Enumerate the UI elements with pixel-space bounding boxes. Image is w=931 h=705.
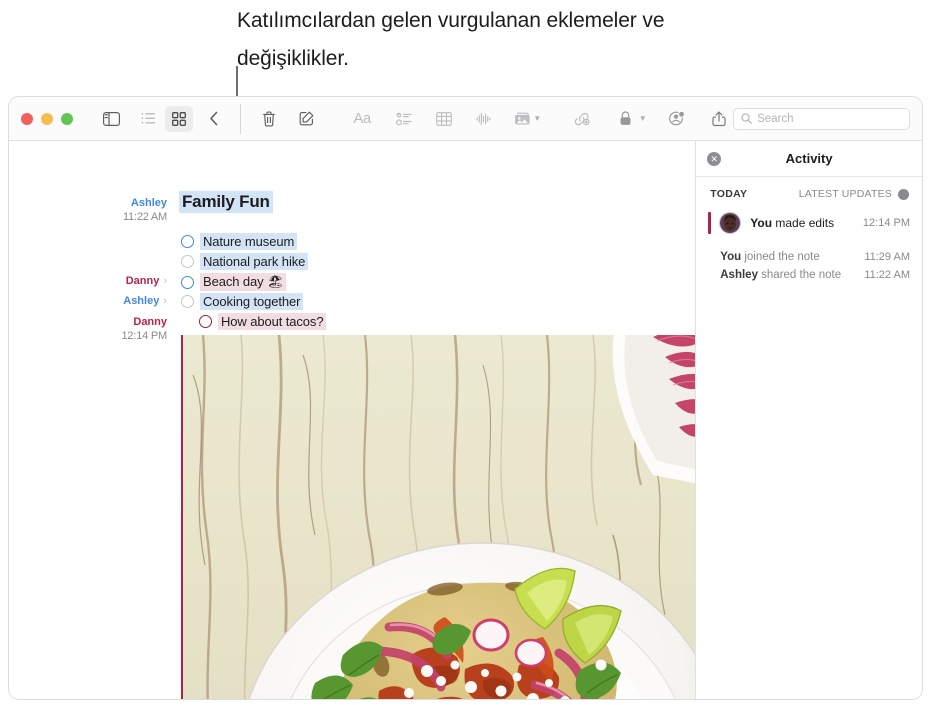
zoom-window-button[interactable] bbox=[61, 113, 73, 125]
callout-text: Katılımcılardan gelen vurgulanan eklemel… bbox=[237, 2, 707, 78]
activity-sidebar: ✕ Activity TODAY LATEST UPDATES bbox=[695, 141, 922, 700]
activity-title: Activity bbox=[696, 151, 922, 166]
format-icon[interactable]: Aa bbox=[346, 106, 378, 132]
link-icon[interactable] bbox=[568, 106, 596, 132]
checklist-item-label: National park hike bbox=[200, 253, 308, 270]
checkbox-circle-icon[interactable] bbox=[181, 295, 194, 308]
sidebar-toggle-icon[interactable] bbox=[97, 106, 125, 132]
avatar-photo bbox=[720, 213, 740, 233]
checkbox-circle-icon[interactable] bbox=[181, 276, 194, 289]
activity-event-text: Ashley shared the note bbox=[720, 269, 841, 281]
gutter-time: 12:14 PM bbox=[122, 330, 167, 342]
checklist-item-label: Nature museum bbox=[200, 233, 297, 250]
latest-updates-filter[interactable]: LATEST UPDATES bbox=[799, 188, 909, 200]
gutter-entry[interactable]: Ashley bbox=[9, 197, 167, 210]
gutter-entry[interactable]: Danny bbox=[9, 316, 167, 329]
activity-subheader: TODAY LATEST UPDATES bbox=[696, 177, 922, 206]
note-pane[interactable]: Ashley 11:22 AM Danny› Ashley› Danny bbox=[9, 141, 695, 700]
gutter-name: Danny bbox=[133, 316, 167, 328]
activity-event-featured[interactable]: You made edits 12:14 PM bbox=[696, 206, 922, 240]
chevron-right-icon[interactable]: › bbox=[163, 275, 167, 287]
gutter-time: 11:22 AM bbox=[123, 211, 167, 223]
checklist-item[interactable]: How about tacos? bbox=[199, 313, 326, 330]
minimize-window-button[interactable] bbox=[41, 113, 53, 125]
close-icon[interactable]: ✕ bbox=[707, 152, 721, 166]
checkbox-circle-icon[interactable] bbox=[181, 235, 194, 248]
gutter-time-row: 11:22 AM bbox=[9, 211, 167, 224]
activity-event[interactable]: Ashley shared the note 11:22 AM bbox=[696, 266, 922, 284]
media-chevron-down-icon[interactable]: ▾ bbox=[535, 113, 540, 124]
lock-chevron-down-icon[interactable]: ▾ bbox=[641, 113, 646, 124]
clock-icon bbox=[898, 189, 909, 200]
checklist-item[interactable]: Cooking together bbox=[181, 293, 303, 310]
checklist-item-label: How about tacos? bbox=[218, 313, 326, 330]
lock-icon[interactable] bbox=[612, 106, 640, 132]
activity-actor: You bbox=[750, 216, 772, 230]
close-window-button[interactable] bbox=[21, 113, 33, 125]
share-icon[interactable] bbox=[705, 106, 733, 132]
screenshot-root: Katılımcılardan gelen vurgulanan eklemel… bbox=[0, 0, 931, 705]
list-view-icon[interactable] bbox=[134, 106, 162, 132]
beach-emoji-icon: 🏖 bbox=[267, 274, 283, 289]
gutter-entry[interactable]: Danny› bbox=[9, 275, 167, 288]
activity-event[interactable]: You joined the note 11:29 AM bbox=[696, 248, 922, 266]
note-title[interactable]: Family Fun bbox=[179, 191, 273, 213]
latest-updates-label: LATEST UPDATES bbox=[799, 188, 892, 200]
delete-icon[interactable] bbox=[255, 106, 283, 132]
back-icon[interactable] bbox=[200, 106, 228, 132]
toolbar: Aa bbox=[9, 97, 922, 141]
activity-event-time: 11:22 AM bbox=[864, 269, 910, 281]
checkbox-circle-icon[interactable] bbox=[181, 255, 194, 268]
activity-header: ✕ Activity bbox=[696, 141, 922, 177]
activity-section-label: TODAY bbox=[710, 188, 747, 200]
search-placeholder: Search bbox=[757, 113, 793, 125]
toolbar-separator-1 bbox=[240, 104, 241, 134]
chevron-right-icon[interactable]: › bbox=[163, 295, 167, 307]
checkbox-circle-icon[interactable] bbox=[199, 315, 212, 328]
traffic-lights bbox=[9, 113, 73, 125]
notes-window: Aa bbox=[8, 96, 923, 700]
taco-photo[interactable] bbox=[181, 335, 695, 700]
activity-action: made edits bbox=[772, 216, 834, 230]
checklist-item-label: Beach day 🏖 bbox=[200, 273, 286, 291]
audio-icon[interactable] bbox=[470, 106, 498, 132]
activity-event-text: You made edits bbox=[750, 216, 834, 230]
collaborate-icon[interactable] bbox=[663, 106, 691, 132]
checklist-item[interactable]: Beach day 🏖 bbox=[181, 273, 286, 291]
compose-icon[interactable] bbox=[292, 106, 320, 132]
search-input[interactable]: Search bbox=[733, 108, 910, 130]
activity-event-text: You joined the note bbox=[720, 251, 820, 263]
activity-change-marker bbox=[708, 212, 711, 234]
activity-actor: Ashley bbox=[720, 269, 758, 281]
checklist-icon[interactable] bbox=[390, 106, 418, 132]
activity-action: joined the note bbox=[741, 251, 820, 263]
gutter-name: Ashley bbox=[123, 295, 159, 307]
taco-photo-graphic bbox=[183, 335, 695, 700]
activity-action: shared the note bbox=[758, 269, 841, 281]
activity-event-time: 11:29 AM bbox=[864, 251, 910, 263]
search-icon bbox=[741, 113, 752, 124]
window-body: Ashley 11:22 AM Danny› Ashley› Danny bbox=[9, 141, 922, 700]
avatar bbox=[719, 212, 741, 234]
checklist-item[interactable]: Nature museum bbox=[181, 233, 297, 250]
gutter-name: Ashley bbox=[131, 197, 167, 209]
gutter-entry[interactable]: Ashley › bbox=[9, 295, 167, 308]
activity-event-time: 12:14 PM bbox=[863, 217, 910, 229]
table-icon[interactable] bbox=[430, 106, 458, 132]
gutter-name: Danny bbox=[126, 275, 160, 287]
checklist-item[interactable]: National park hike bbox=[181, 253, 308, 270]
gutter-time-row: 12:14 PM bbox=[9, 330, 167, 343]
activity-actor: You bbox=[720, 251, 741, 263]
gallery-view-icon[interactable] bbox=[165, 106, 193, 132]
checklist-item-text: Beach day bbox=[203, 274, 264, 289]
checklist-item-label: Cooking together bbox=[200, 293, 303, 310]
media-icon[interactable] bbox=[512, 106, 534, 132]
